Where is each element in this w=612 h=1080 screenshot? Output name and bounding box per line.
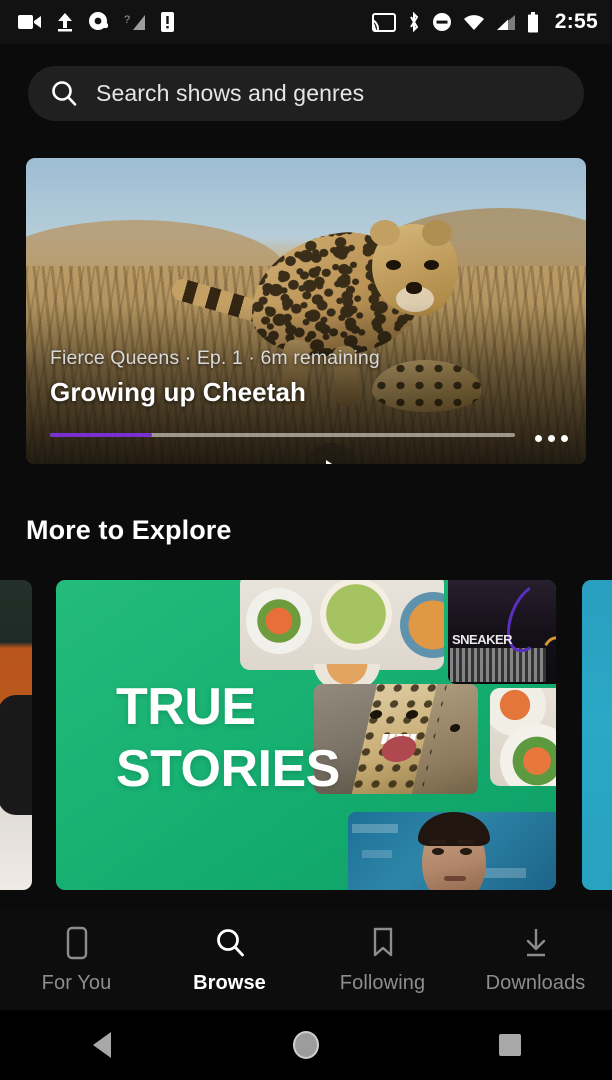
cheetah-ear (422, 220, 452, 246)
carousel-card-title-line2: STORIES (116, 740, 340, 798)
carousel-card-title-line1: TRUE (116, 678, 256, 736)
svg-text:?: ? (124, 14, 130, 26)
cheetah-nose (406, 282, 422, 294)
carousel-card-next-art (582, 580, 612, 890)
continue-watching-card[interactable]: Fierce Queens · Ep. 1 · 6m remaining Gro… (26, 158, 586, 464)
device-alert-icon (161, 12, 174, 32)
dot (535, 435, 542, 442)
search-icon (52, 81, 77, 106)
do-not-disturb-icon (432, 13, 451, 31)
cast-icon (371, 12, 396, 32)
upload-icon (58, 13, 72, 32)
battery-icon (527, 11, 538, 32)
search-input[interactable]: Search shows and genres (28, 65, 584, 121)
bookmark-icon (373, 927, 392, 956)
bottom-navigation-bar: For You Browse Following Downloads (0, 910, 612, 1010)
carousel-card-previous-art (0, 580, 32, 890)
section-heading-more-to-explore: More to Explore (26, 515, 232, 545)
tile-sneaker-label: SNEAKER (452, 632, 513, 647)
plate (246, 588, 312, 654)
play-icon (326, 460, 343, 464)
bluetooth-icon (409, 11, 419, 33)
hero-subtitle: Fierce Queens · Ep. 1 · 6m remaining (50, 347, 380, 369)
video-camera-icon (18, 15, 41, 29)
tile-sneaker-culture: SNEAKER (448, 580, 556, 684)
cheetah-ear (370, 220, 400, 246)
playback-progress-bar[interactable] (50, 433, 515, 437)
more-options-icon[interactable] (535, 435, 568, 442)
system-home-button[interactable] (204, 1031, 408, 1059)
system-back-button[interactable] (0, 1032, 204, 1058)
carousel-card-next[interactable] (582, 580, 612, 890)
plate (400, 592, 444, 658)
hero-metadata: Fierce Queens · Ep. 1 · 6m remaining Gro… (50, 347, 380, 408)
wifi-icon (463, 14, 484, 30)
nav-label-for-you: For You (41, 971, 112, 994)
tile-food-top (240, 580, 444, 670)
back-icon (93, 1032, 111, 1058)
nav-label-downloads: Downloads (485, 971, 586, 994)
nav-label-following: Following (339, 971, 426, 994)
home-icon (293, 1031, 319, 1059)
circle-app-icon (89, 12, 108, 30)
android-system-navigation (0, 1010, 612, 1080)
nav-item-for-you[interactable]: For You (0, 926, 153, 995)
search-icon (216, 928, 244, 956)
download-icon (526, 928, 545, 956)
recents-icon (499, 1034, 521, 1056)
nav-item-downloads[interactable]: Downloads (459, 926, 612, 995)
dot (561, 435, 568, 442)
signal-unknown-icon: ? (124, 14, 145, 30)
cellular-signal-icon (496, 14, 515, 30)
phone-outline-icon (66, 926, 87, 959)
portrait-eyebrow (458, 840, 474, 844)
carousel-card-previous[interactable] (0, 580, 32, 890)
app-screen: ? 2:55 Search shows and genres Fierce Qu… (0, 0, 612, 1080)
carousel-card-title: TRUE STORIES (116, 676, 340, 800)
crowd-photo (450, 648, 546, 682)
status-bar: ? 2:55 (0, 0, 612, 44)
nav-label-browse: Browse (193, 971, 266, 994)
status-bar-left-icons: ? (18, 11, 175, 33)
portrait-eye (460, 848, 472, 855)
search-placeholder: Search shows and genres (96, 79, 365, 106)
portrait-eyebrow (430, 840, 446, 844)
playback-progress-fill (50, 433, 153, 437)
carousel-card-true-stories[interactable]: SNEAKER TRUE STORIES (56, 580, 556, 890)
plate (320, 580, 392, 650)
hero-background-image (26, 158, 586, 464)
portrait-mouth (444, 876, 466, 881)
nav-item-browse[interactable]: Browse (153, 926, 306, 995)
tile-documentary-portrait (348, 812, 556, 890)
system-recents-button[interactable] (408, 1034, 612, 1056)
status-bar-clock: 2:55 (554, 10, 598, 33)
nav-item-following[interactable]: Following (306, 926, 459, 995)
hero-title: Growing up Cheetah (50, 377, 307, 407)
cheetah-eye (424, 260, 439, 270)
portrait-eye (432, 848, 444, 855)
cheetah-eye (386, 260, 401, 270)
search-bar-container: Search shows and genres (0, 56, 612, 130)
tile-food-right (490, 688, 556, 786)
dot (548, 435, 555, 442)
explore-carousel[interactable]: SNEAKER TRUE STORIES (0, 580, 612, 890)
status-bar-right-icons: 2:55 (371, 10, 598, 34)
